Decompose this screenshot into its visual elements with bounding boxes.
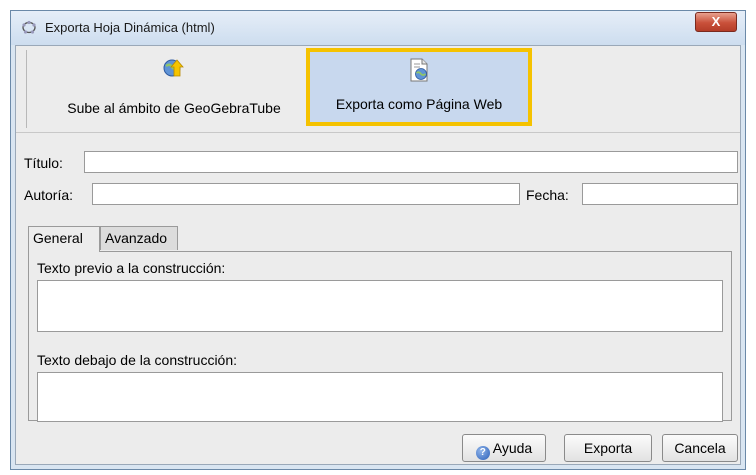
text-before-label: Texto previo a la construcción: — [37, 260, 226, 276]
tab-advanced-label: Avanzado — [105, 230, 168, 246]
author-label: Autoría: — [24, 187, 74, 203]
date-label: Fecha: — [526, 187, 569, 203]
title-label: Título: — [24, 155, 63, 171]
export-webpage-label: Exporta como Página Web — [335, 96, 503, 112]
upload-geogebratube-button[interactable]: Sube al ámbito de GeoGebraTube — [40, 46, 308, 128]
help-button[interactable]: ? Ayuda — [462, 434, 546, 462]
tab-general[interactable]: General — [28, 226, 100, 252]
toolbar-divider — [26, 50, 27, 128]
title-input[interactable] — [84, 151, 738, 173]
export-mode-toolbar: Sube al ámbito de GeoGebraTube Exporta c… — [16, 46, 740, 133]
text-before-textarea[interactable] — [37, 280, 723, 332]
date-input[interactable] — [582, 183, 738, 205]
cancel-button-label: Cancela — [674, 440, 726, 456]
close-button[interactable]: X — [695, 12, 737, 32]
webpage-icon — [410, 58, 428, 82]
upload-button-label: Sube al ámbito de GeoGebraTube — [67, 100, 281, 116]
geogebra-app-icon — [22, 20, 36, 34]
close-icon: X — [711, 14, 721, 29]
help-button-label: Ayuda — [492, 440, 533, 456]
tab-advanced[interactable]: Avanzado — [100, 226, 178, 250]
cancel-button[interactable]: Cancela — [662, 434, 738, 462]
window-title: Exporta Hoja Dinámica (html) — [45, 20, 215, 35]
export-button-label: Exporta — [583, 440, 633, 456]
globe-upload-icon — [163, 59, 184, 77]
export-dialog: Exporta Hoja Dinámica (html) X Sube al á… — [10, 10, 746, 470]
help-icon: ? — [475, 446, 490, 460]
dialog-body: Sube al ámbito de GeoGebraTube Exporta c… — [15, 45, 741, 465]
author-input[interactable] — [92, 183, 520, 205]
text-after-label: Texto debajo de la construcción: — [37, 352, 238, 368]
text-after-textarea[interactable] — [37, 372, 723, 422]
export-webpage-button[interactable]: Exporta como Página Web — [306, 48, 532, 126]
export-button[interactable]: Exporta — [564, 434, 652, 462]
general-tab-panel: Texto previo a la construcción: Texto de… — [28, 251, 732, 422]
title-bar[interactable]: Exporta Hoja Dinámica (html) X — [11, 11, 745, 45]
tab-general-label: General — [33, 230, 83, 246]
